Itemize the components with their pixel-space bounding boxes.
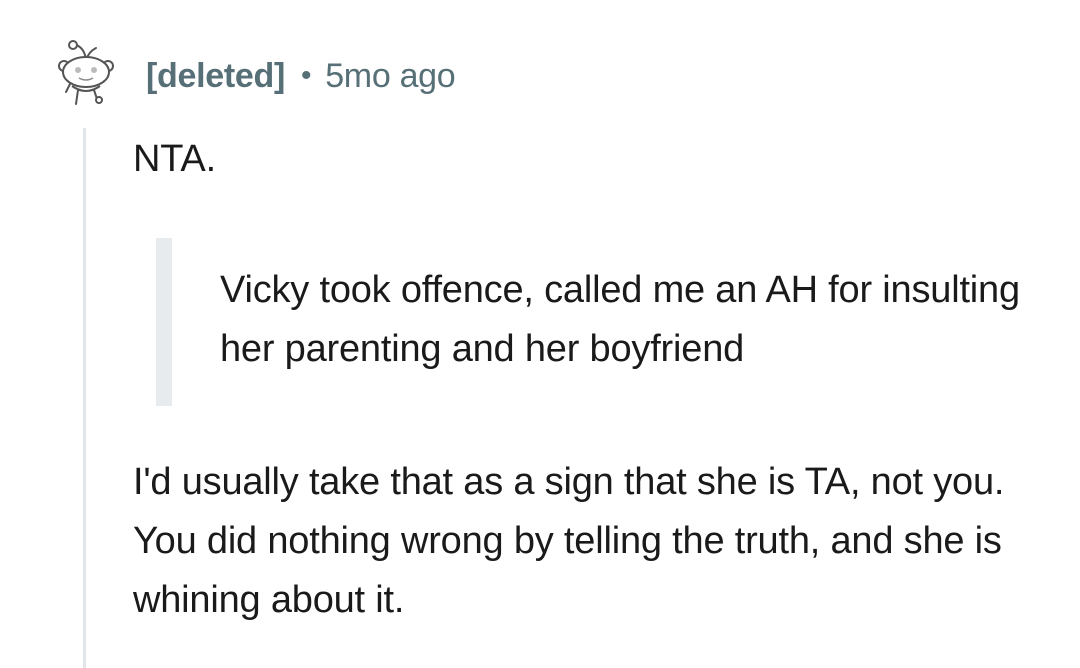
snoo-avatar-icon[interactable]: [52, 38, 120, 110]
meta-separator: •: [300, 59, 312, 92]
author-name[interactable]: [deleted]: [146, 57, 285, 96]
comment-paragraph-verdict: NTA.: [133, 138, 216, 180]
comment-timestamp[interactable]: 5mo ago: [325, 57, 456, 96]
blockquote-text: Vicky took offence, called me an AH for …: [220, 269, 1020, 370]
comment-meta: [deleted] • 5mo ago: [146, 54, 456, 98]
thread-collapse-line[interactable]: [83, 128, 86, 668]
comment-paragraph-body: I'd usually take that as a sign that she…: [133, 461, 1005, 621]
blockquote-bar: [156, 238, 172, 406]
